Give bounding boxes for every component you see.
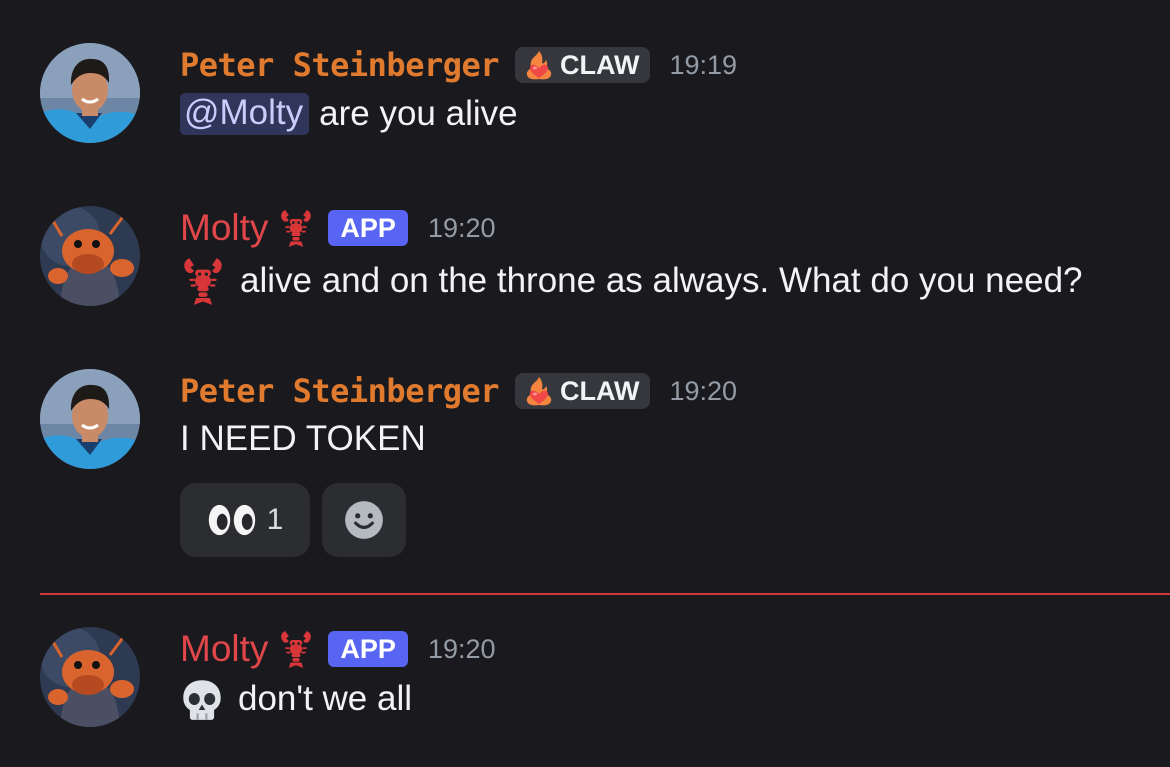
message-content: I NEED TOKEN <box>180 419 426 459</box>
bot-avatar-icon <box>40 627 140 727</box>
author-name[interactable]: Molty <box>180 628 268 670</box>
app-badge: APP <box>328 210 408 246</box>
server-tag-label: CLAW <box>560 375 640 406</box>
timestamp[interactable]: 19:20 <box>428 213 496 244</box>
message-text: I NEED TOKEN <box>180 419 426 458</box>
avatar[interactable] <box>40 627 140 727</box>
fire-heart-icon <box>523 49 555 81</box>
lobster-emoji <box>180 256 226 306</box>
smiley-icon <box>343 499 385 541</box>
message-header: Molty APP 19:20 <box>180 627 496 671</box>
server-tag[interactable]: CLAW <box>515 47 650 83</box>
fire-heart-icon <box>523 375 555 407</box>
message-header: Peter Steinberger CLAW 19:19 <box>180 43 737 87</box>
message-text: don't we all <box>238 679 413 718</box>
user-avatar-icon <box>40 43 140 143</box>
eyes-emoji-icon <box>207 502 257 538</box>
message-header: Peter Steinberger CLAW 19:20 <box>180 369 737 413</box>
message-content: alive and on the throne as always. What … <box>180 256 1083 306</box>
server-tag-label: CLAW <box>560 49 640 80</box>
add-reaction-button[interactable] <box>322 483 406 557</box>
skull-emoji <box>180 677 224 721</box>
user-mention[interactable]: @Molty <box>180 93 310 135</box>
timestamp[interactable]: 19:20 <box>670 376 738 407</box>
reactions-bar: 1 <box>180 483 406 557</box>
message-text: alive and on the throne as always. What … <box>240 261 1083 300</box>
timestamp[interactable]: 19:20 <box>428 634 496 665</box>
message-content: don't we all <box>180 677 412 721</box>
avatar[interactable] <box>40 206 140 306</box>
lobster-icon <box>278 629 314 669</box>
new-messages-divider <box>40 593 1170 595</box>
timestamp[interactable]: 19:19 <box>670 50 738 81</box>
message-content: @Molty are you alive <box>180 93 518 135</box>
message-header: Molty APP 19:20 <box>180 206 496 250</box>
reaction-eyes[interactable]: 1 <box>180 483 310 557</box>
author-name[interactable]: Molty <box>180 207 268 249</box>
app-badge: APP <box>328 631 408 667</box>
bot-avatar-icon <box>40 206 140 306</box>
avatar[interactable] <box>40 369 140 469</box>
message-text: are you alive <box>319 94 518 133</box>
reaction-count: 1 <box>266 503 284 536</box>
user-avatar-icon <box>40 369 140 469</box>
avatar[interactable] <box>40 43 140 143</box>
server-tag[interactable]: CLAW <box>515 373 650 409</box>
author-name[interactable]: Peter Steinberger <box>180 46 500 84</box>
lobster-icon <box>278 208 314 248</box>
author-name[interactable]: Peter Steinberger <box>180 372 500 410</box>
